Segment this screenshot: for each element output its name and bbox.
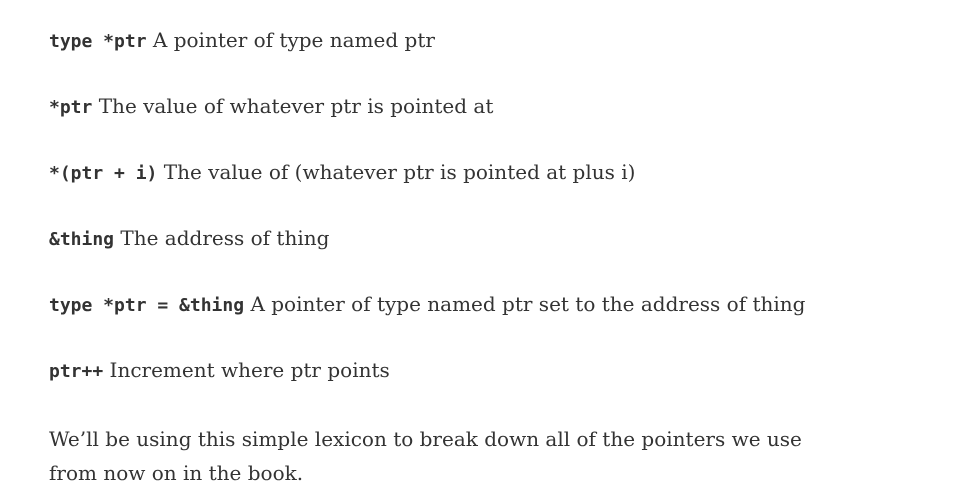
entry-description: Increment where ptr points [109, 358, 390, 382]
code-snippet: type *ptr [49, 31, 147, 52]
code-snippet: *ptr [49, 97, 93, 118]
entry-description: The value of whatever ptr is pointed at [98, 94, 494, 118]
code-snippet: type *ptr = &thing [49, 295, 245, 316]
lexicon-entry-address-of: &thing The address of thing [49, 224, 329, 254]
entry-description: The value of (whatever ptr is pointed at… [163, 160, 636, 184]
entry-description: A pointer of type named ptr [152, 28, 435, 52]
entry-description: The address of thing [120, 226, 330, 250]
code-snippet: *(ptr + i) [49, 163, 158, 184]
code-snippet: &thing [49, 229, 115, 250]
lexicon-entry-increment: ptr++ Increment where ptr points [49, 356, 390, 386]
lexicon-entry-pointer-declaration: type *ptr A pointer of type named ptr [49, 26, 435, 56]
lexicon-entry-offset-dereference: *(ptr + i) The value of (whatever ptr is… [49, 158, 635, 188]
entry-description: A pointer of type named ptr set to the a… [250, 292, 806, 316]
lexicon-entry-pointer-init: type *ptr = &thing A pointer of type nam… [49, 290, 805, 320]
lexicon-entry-dereference: *ptr The value of whatever ptr is pointe… [49, 92, 493, 122]
code-snippet: ptr++ [49, 361, 104, 382]
closing-paragraph: We’ll be using this simple lexicon to br… [49, 427, 802, 485]
